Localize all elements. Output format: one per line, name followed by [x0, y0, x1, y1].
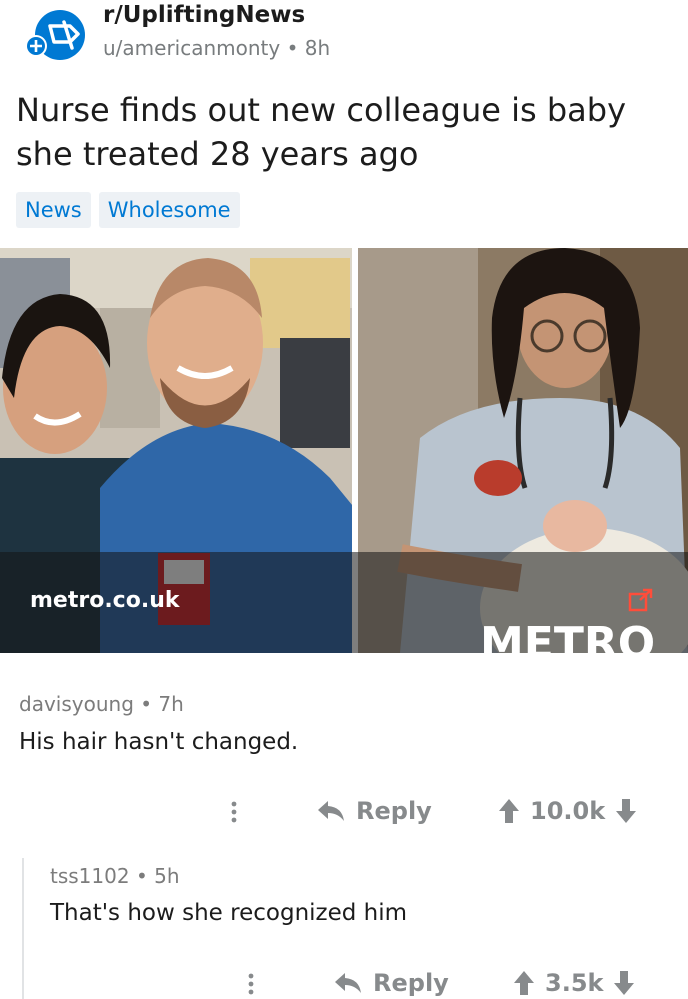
- more-icon[interactable]: [228, 800, 240, 829]
- flair-list: News Wholesome: [16, 192, 240, 228]
- post-title[interactable]: Nurse finds out new colleague is baby sh…: [16, 88, 676, 176]
- upvote-icon[interactable]: [513, 970, 535, 996]
- reply-label: Reply: [356, 797, 432, 825]
- flair-wholesome[interactable]: Wholesome: [98, 192, 240, 228]
- reply-icon: [318, 801, 344, 821]
- reply-icon: [335, 973, 361, 993]
- flair-news[interactable]: News: [16, 192, 91, 228]
- comment-score: 10.0k: [530, 797, 606, 825]
- more-icon[interactable]: [245, 972, 257, 999]
- comment-body: That's how she recognized him: [50, 900, 408, 926]
- link-domain[interactable]: metro.co.uk: [30, 588, 180, 613]
- comment-score: 3.5k: [545, 969, 604, 997]
- comment-author-line: tss1102 • 5h: [50, 864, 180, 888]
- upvote-icon[interactable]: [498, 798, 520, 824]
- vote-control: 3.5k: [513, 969, 635, 997]
- subreddit-name[interactable]: r/UpliftingNews: [103, 2, 305, 28]
- thread-line[interactable]: [22, 858, 24, 999]
- meta-separator: •: [140, 692, 159, 716]
- comment-body: His hair hasn't changed.: [19, 729, 299, 755]
- reply-label: Reply: [373, 969, 449, 997]
- post-age: 8h: [304, 36, 331, 60]
- comment-author-line: davisyoung • 7h: [19, 692, 184, 716]
- post-author[interactable]: u/americanmonty: [103, 36, 280, 60]
- post-meta: u/americanmonty • 8h: [103, 36, 330, 60]
- meta-separator: •: [286, 36, 305, 60]
- external-link-icon[interactable]: [628, 588, 654, 612]
- subreddit-icon[interactable]: [24, 6, 88, 64]
- meta-separator: •: [135, 864, 155, 888]
- watermark-text: METRO: [480, 618, 655, 653]
- comment-author[interactable]: tss1102: [50, 864, 130, 888]
- comment-age: 5h: [154, 864, 180, 888]
- post-image[interactable]: METRO metro.co.uk: [0, 248, 688, 653]
- comment-age: 7h: [158, 692, 184, 716]
- downvote-icon[interactable]: [615, 798, 637, 824]
- reply-button[interactable]: Reply: [316, 797, 432, 825]
- comment-author[interactable]: davisyoung: [19, 692, 134, 716]
- vote-control: 10.0k: [498, 797, 637, 825]
- post-header: r/UpliftingNews u/americanmonty • 8h: [0, 0, 688, 78]
- downvote-icon[interactable]: [613, 970, 635, 996]
- reply-button[interactable]: Reply: [333, 969, 449, 997]
